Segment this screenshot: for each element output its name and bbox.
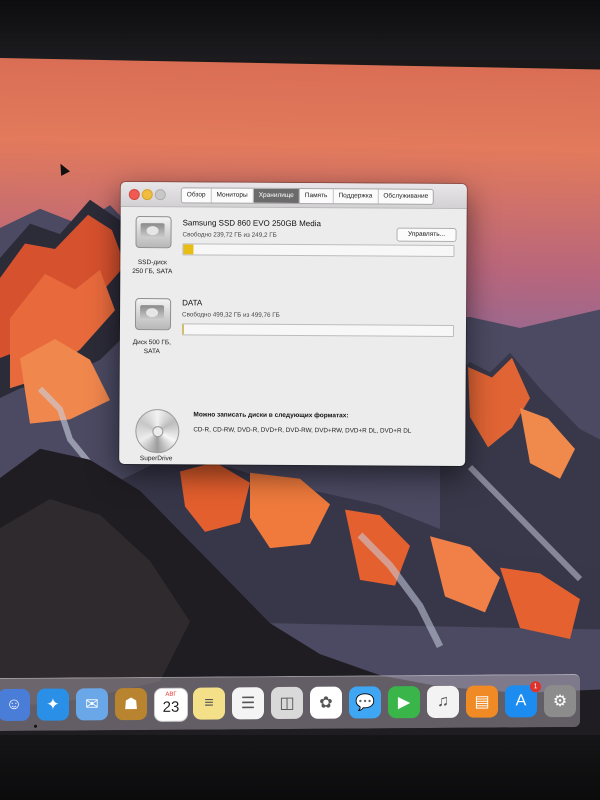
dock-glyph: ◫ <box>279 694 295 713</box>
burn-formats-list: CD-R, CD-RW, DVD-R, DVD+R, DVD-RW, DVD+R… <box>193 426 412 435</box>
tab-support[interactable]: Поддержка <box>333 189 379 204</box>
notes-icon[interactable]: ≡ <box>193 687 225 720</box>
dock-glyph: 💬 <box>355 694 375 712</box>
tab-overview[interactable]: Обзор <box>181 188 212 203</box>
dock-glyph: ▶ <box>397 694 411 712</box>
contacts-icon[interactable]: ☗ <box>115 687 147 721</box>
close-button[interactable] <box>128 188 140 201</box>
finder-icon[interactable]: ☺ <box>0 688 30 722</box>
dock-glyph: ✿ <box>319 694 333 712</box>
dock-glyph: A <box>515 692 527 710</box>
tab-service[interactable]: Обслуживание <box>378 190 433 204</box>
dock-glyph: ✦ <box>46 696 60 714</box>
zoom-button[interactable] <box>154 189 166 201</box>
messages-icon[interactable]: 💬 <box>349 686 381 719</box>
drive-free-space: Свободно 239,72 ГБ из 249,2 ГБ <box>182 231 277 239</box>
app-store-icon[interactable]: A1 <box>505 681 541 718</box>
dock-glyph: ⚙ <box>552 693 568 711</box>
cd-icon <box>135 409 180 454</box>
mail-icon[interactable]: ✉ <box>76 688 108 721</box>
superdrive-caption: SuperDrive <box>139 455 173 463</box>
storage-usage-fill <box>183 244 194 255</box>
dock-glyph: ▤ <box>474 693 490 711</box>
calendar-day: 23 <box>162 698 180 716</box>
tab-memory[interactable]: Память <box>299 189 334 204</box>
dock: ☺ ✦ ✉ ☗ АВГ 23 ≡ ☰ ◫ ✿ 💬 ▶ ♫ ▤ A 1 ⚙ <box>0 673 580 732</box>
minimize-button[interactable] <box>141 189 153 201</box>
photos-icon[interactable]: ✿ <box>310 686 342 719</box>
safari-icon[interactable]: ✦ <box>37 688 69 721</box>
calendar-icon[interactable]: АВГ 23 <box>154 687 188 722</box>
storage-panel: SSD-диск 250 ГБ, SATA Samsung SSD 860 EV… <box>119 207 467 466</box>
dock-glyph: ☗ <box>123 696 139 714</box>
dock-glyph: ≡ <box>204 694 214 712</box>
drive-caption: Диск 500 ГБ, SATA <box>132 339 171 355</box>
system-preferences-icon[interactable]: ⚙ <box>544 684 576 718</box>
drive-name: Samsung SSD 860 EVO 250GB Media <box>182 218 321 229</box>
reminders-icon[interactable]: ☰ <box>232 687 264 720</box>
itunes-icon[interactable]: ♫ <box>427 685 459 719</box>
facetime-icon[interactable]: ▶ <box>388 686 420 719</box>
burn-formats-label: Можно записать диски в следующих формата… <box>193 411 349 420</box>
calendar-month: АВГ <box>165 691 177 698</box>
monitor-bezel-bottom <box>0 735 600 800</box>
drive-name: DATA <box>182 298 203 308</box>
manage-button[interactable]: Управлять... <box>396 227 457 242</box>
dock-glyph: ☺ <box>5 695 23 713</box>
drive-caption: SSD-диск 250 ГБ, SATA <box>132 259 173 275</box>
dock-glyph: ✉ <box>85 696 99 714</box>
drive-free-space: Свободно 499,32 ГБ из 499,76 ГБ <box>182 311 280 319</box>
storage-usage-bar <box>182 243 455 257</box>
tab-storage[interactable]: Хранилище <box>253 188 300 204</box>
tab-bar: Обзор Мониторы Хранилище Память Поддержк… <box>180 187 435 205</box>
hard-drive-icon <box>134 298 172 331</box>
preview-icon[interactable]: ◫ <box>271 686 303 720</box>
dock-glyph: ☰ <box>240 695 256 713</box>
dock-glyph: ♫ <box>437 692 449 710</box>
monitor-bezel-top <box>0 0 600 60</box>
hard-drive-icon <box>135 216 172 249</box>
ibooks-icon[interactable]: ▤ <box>466 685 498 718</box>
tab-displays[interactable]: Мониторы <box>211 188 254 203</box>
window-titlebar[interactable]: Обзор Мониторы Хранилище Память Поддержк… <box>120 181 467 210</box>
storage-usage-bar <box>181 323 454 337</box>
running-indicator <box>34 724 37 728</box>
notification-badge: 1 <box>530 681 541 693</box>
about-this-mac-window: Обзор Мониторы Хранилище Память Поддержк… <box>119 181 467 467</box>
